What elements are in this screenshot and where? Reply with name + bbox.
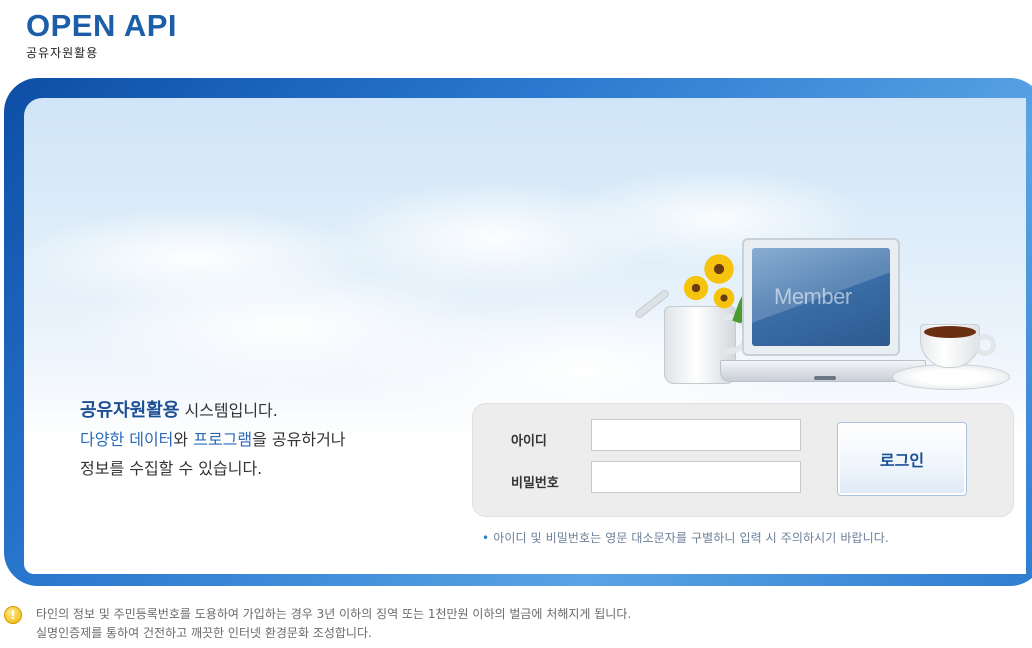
laptop-display: Member [752,248,890,346]
coffee [924,326,976,338]
screen-member-text: Member [774,284,852,309]
logo-subtitle: 공유자원활용 [26,46,99,60]
intro-line-1: 공유자원활용 시스템입니다. [80,396,346,425]
notice-text: 아이디 및 비밀번호는 영문 대소문자를 구별하니 입력 시 주의하시기 바랍니… [493,531,889,545]
id-label: 아이디 [511,434,547,449]
login-button[interactable]: 로그인 [837,422,967,496]
password-label: 비밀번호 [511,476,559,491]
legal-notice-line-1: 타인의 정보 및 주민등록번호를 도용하여 가입하는 경우 3년 이하의 징역 … [36,607,632,621]
intro-system-name: 공유자원활용 [80,400,180,421]
legal-notice-line-2: 실명인증제를 통하여 건전하고 깨끗한 인터넷 환경문화 조성합니다. [36,626,372,640]
intro-line-1-rest: 시스템입니다. [179,401,278,420]
intro-line-2-rest: 을 공유하거나 [252,430,346,449]
intro-data-highlight: 다양한 데이터 [80,430,174,449]
legal-notice: ! 타인의 정보 및 주민등록번호를 도용하여 가입하는 경우 3년 이하의 징… [4,605,632,643]
warning-icon: ! [4,606,22,624]
intro-line-3: 정보를 수집할 수 있습니다. [80,459,263,478]
intro-text: 공유자원활용 시스템입니다. 다양한 데이터와 프로그램을 공유하거나 정보를 … [80,396,346,483]
case-sensitive-notice: • 아이디 및 비밀번호는 영문 대소문자를 구별하니 입력 시 주의하시기 바랍… [482,529,889,546]
login-form: 아이디 비밀번호 로그인 [472,403,1014,517]
intro-program-highlight: 프로그램 [193,430,253,449]
site-logo[interactable]: OPEN API 공유자원활용 [26,10,177,61]
cup-handle [974,334,996,356]
member-illustration: Member [624,228,1024,428]
flower-icon [682,274,710,302]
logo-title: OPEN API [26,8,177,43]
laptop-notch [814,376,836,380]
intro-line-2-mid: 와 [173,430,194,449]
laptop-screen: Member [742,238,900,356]
password-input[interactable] [591,461,801,493]
flower-icon [712,286,736,310]
intro-line-2: 다양한 데이터와 프로그램을 공유하거나 [80,425,346,454]
sky-panel: Member 공유자원활용 시스템입니다. 다양한 데이터와 프로그램을 공유하… [24,98,1026,574]
id-input[interactable] [591,419,801,451]
login-frame: Member 공유자원활용 시스템입니다. 다양한 데이터와 프로그램을 공유하… [4,78,1032,586]
bullet-icon: • [482,531,490,545]
